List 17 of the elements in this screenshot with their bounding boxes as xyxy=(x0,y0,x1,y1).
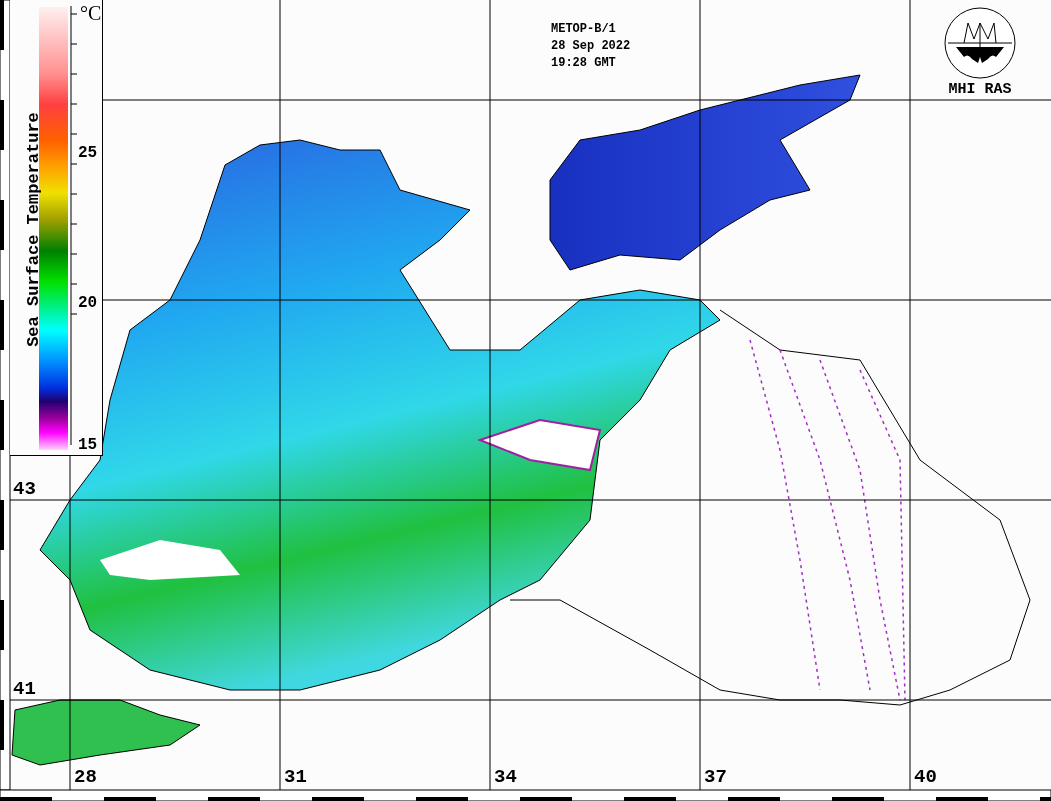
longitude-label: 28 xyxy=(74,766,97,788)
latitude-label: 43 xyxy=(13,478,36,500)
longitude-label: 34 xyxy=(494,766,517,788)
scale-value: 25 xyxy=(78,144,98,162)
image-info-text: METOP-B/1 xyxy=(551,22,617,36)
unit-label: °C xyxy=(80,2,102,25)
latitude-label: 41 xyxy=(13,678,36,700)
institute-logo-icon xyxy=(944,7,1016,79)
longitude-label: 40 xyxy=(914,766,937,788)
scale-value: 15 xyxy=(78,436,98,454)
longitude-label: 31 xyxy=(284,766,307,788)
legend-title: Sea Surface Temperature xyxy=(23,111,43,349)
longitude-label: 37 xyxy=(704,766,727,788)
image-info-text: 19:28 GMT xyxy=(551,56,617,70)
institute-name: MHI RAS xyxy=(948,81,1012,98)
scale-value: 20 xyxy=(78,294,98,312)
image-info-text: 28 Sep 2022 xyxy=(551,39,631,53)
